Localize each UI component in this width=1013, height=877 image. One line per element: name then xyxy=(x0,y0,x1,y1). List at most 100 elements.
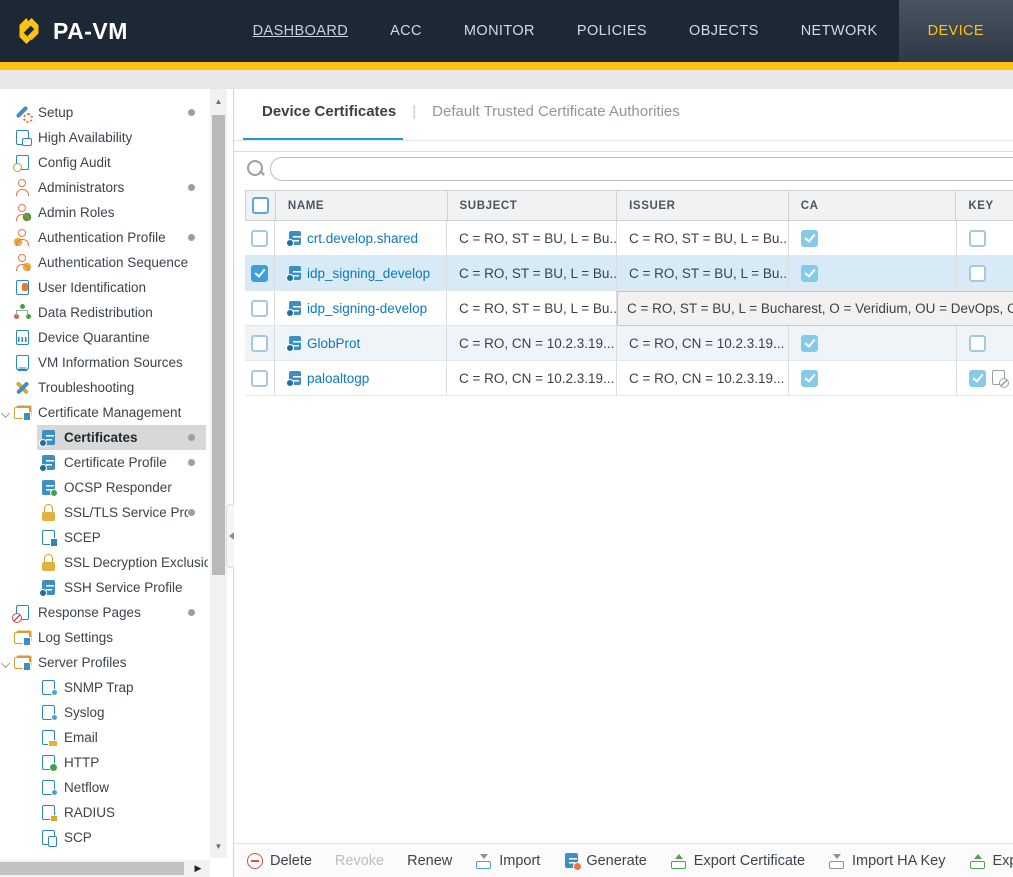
renew-button[interactable]: Renew xyxy=(407,853,452,869)
netflow-icon xyxy=(40,779,57,796)
nav-item-device[interactable]: DEVICE xyxy=(899,0,1013,62)
sidebar-item-response-pages[interactable]: Response Pages xyxy=(0,600,208,625)
sidebar-item-troubleshooting[interactable]: Troubleshooting xyxy=(0,375,208,400)
sidebar-item-authentication-profile[interactable]: Authentication Profile xyxy=(0,225,208,250)
delete-button[interactable]: Delete xyxy=(246,852,312,870)
ca-checkbox[interactable] xyxy=(801,230,818,247)
ca-checkbox[interactable] xyxy=(801,265,818,282)
sidebar-tree: SetupHigh AvailabilityConfig AuditAdmini… xyxy=(0,100,208,850)
sidebar-item-label: Data Redistribution xyxy=(38,305,153,320)
import-button[interactable]: Import xyxy=(475,852,540,870)
table-row-paloaltogp[interactable]: paloaltogpC = RO, CN = 10.2.3.19...C = R… xyxy=(245,361,1013,396)
authentication-profile-icon xyxy=(14,229,31,246)
column-header-issuer[interactable]: ISSUER xyxy=(617,191,789,220)
sidebar-vertical-scrollbar[interactable]: ▲ ▼ xyxy=(210,89,227,858)
name-cell: crt.develop.shared xyxy=(275,221,447,255)
sidebar-item-log-settings[interactable]: Log Settings xyxy=(0,625,208,650)
ca-checkbox[interactable] xyxy=(801,370,818,387)
chevron-down-icon[interactable] xyxy=(1,409,10,418)
sidebar-horizontal-scrollbar[interactable]: ▶ xyxy=(0,860,210,877)
key-checkbox[interactable] xyxy=(969,265,986,282)
sidebar-item-ssh-service-profile[interactable]: SSH Service Profile xyxy=(0,575,208,600)
name-cell: idp_signing-develop xyxy=(275,291,447,325)
certificate-name-link[interactable]: idp_signing_develop xyxy=(307,266,430,281)
certificate-name-link[interactable]: GlobProt xyxy=(307,336,360,351)
import-ha-key-button[interactable]: Import HA Key xyxy=(828,852,945,870)
table-row-crt-develop-shared[interactable]: crt.develop.shared C = RO, ST = BU, L = B… xyxy=(245,221,1013,256)
nav-item-acc[interactable]: ACC xyxy=(369,0,443,62)
sidebar-item-syslog[interactable]: Syslog xyxy=(0,700,208,725)
row-checkbox[interactable] xyxy=(251,230,268,247)
scroll-up-arrow[interactable]: ▲ xyxy=(210,95,227,109)
sidebar-item-netflow[interactable]: Netflow xyxy=(0,775,208,800)
certificate-name-link[interactable]: paloaltogp xyxy=(307,371,369,386)
nav-item-network[interactable]: NETWORK xyxy=(780,0,899,62)
column-header-ca[interactable]: CA xyxy=(789,191,957,220)
scroll-down-arrow[interactable]: ▼ xyxy=(210,840,227,854)
row-checkbox[interactable] xyxy=(251,300,268,317)
certificate-name-link[interactable]: crt.develop.shared xyxy=(307,231,418,246)
sidebar-item-certificates[interactable]: Certificates xyxy=(0,425,208,450)
sidebar-item-label: User Identification xyxy=(38,280,146,295)
sidebar-item-ssl-tls-service-profile[interactable]: SSL/TLS Service Profile xyxy=(0,500,208,525)
export-certificate-button[interactable]: Export Certificate xyxy=(670,852,805,870)
row-checkbox[interactable] xyxy=(251,335,268,352)
sidebar-item-certificate-profile[interactable]: Certificate Profile xyxy=(0,450,208,475)
nav-item-policies[interactable]: POLICIES xyxy=(556,0,668,62)
key-checkbox[interactable] xyxy=(969,370,986,387)
sidebar-item-label: Authentication Sequence xyxy=(38,255,188,270)
chevron-down-icon[interactable] xyxy=(1,659,10,668)
key-checkbox[interactable] xyxy=(969,335,986,352)
sidebar-item-server-profiles[interactable]: Server Profiles xyxy=(0,650,208,675)
sidebar-item-label: SSH Service Profile xyxy=(64,580,183,595)
sidebar-item-ssl-decryption-exclusio[interactable]: SSL Decryption Exclusio xyxy=(0,550,208,575)
table-row-idp-signing-develop[interactable]: idp_signing_developC = RO, ST = BU, L = … xyxy=(245,256,1013,291)
search-input[interactable] xyxy=(270,157,1013,181)
sidebar-item-user-identification[interactable]: User Identification xyxy=(0,275,208,300)
sidebar-item-email[interactable]: Email xyxy=(0,725,208,750)
horizontal-scrollbar-thumb[interactable] xyxy=(0,862,184,875)
sidebar-item-snmp-trap[interactable]: SNMP Trap xyxy=(0,675,208,700)
sidebar-item-data-redistribution[interactable]: Data Redistribution xyxy=(0,300,208,325)
search-icon xyxy=(246,159,266,179)
sidebar-item-http[interactable]: HTTP xyxy=(0,750,208,775)
nav-item-objects[interactable]: OBJECTS xyxy=(668,0,780,62)
sidebar-item-scep[interactable]: SCEP xyxy=(0,525,208,550)
sidebar-item-admin-roles[interactable]: Admin Roles xyxy=(0,200,208,225)
column-header-subject[interactable]: SUBJECT xyxy=(448,191,618,220)
sidebar-item-authentication-sequence[interactable]: Authentication Sequence xyxy=(0,250,208,275)
sidebar-item-ocsp-responder[interactable]: OCSP Responder xyxy=(0,475,208,500)
sidebar-item-setup[interactable]: Setup xyxy=(0,100,208,125)
scroll-right-arrow[interactable]: ▶ xyxy=(190,860,206,877)
certificate-name-link[interactable]: idp_signing-develop xyxy=(307,301,427,316)
subject-cell: C = RO, ST = BU, L = Bu... xyxy=(447,221,617,255)
sidebar-item-administrators[interactable]: Administrators xyxy=(0,175,208,200)
generate-button[interactable]: Generate xyxy=(563,852,646,869)
ca-cell xyxy=(789,361,957,395)
nav-item-monitor[interactable]: MONITOR xyxy=(443,0,556,62)
troubleshooting-icon xyxy=(14,379,31,396)
ca-checkbox[interactable] xyxy=(801,335,818,352)
sidebar-item-scp[interactable]: SCP xyxy=(0,825,208,850)
vertical-scrollbar-thumb[interactable] xyxy=(212,115,225,575)
column-header-key[interactable]: KEY xyxy=(956,191,1013,220)
revoke-button: Revoke xyxy=(335,853,384,869)
key-checkbox[interactable] xyxy=(969,230,986,247)
sidebar-item-vm-information-sources[interactable]: VM Information Sources xyxy=(0,350,208,375)
row-checkbox[interactable] xyxy=(251,370,268,387)
tab-default-trusted-certificate-authorities[interactable]: Default Trusted Certificate Authorities xyxy=(432,103,680,120)
tab-device-certificates[interactable]: Device Certificates xyxy=(262,103,396,120)
sidebar-item-label: SSL/TLS Service Profile xyxy=(64,505,188,520)
sidebar-item-high-availability[interactable]: High Availability xyxy=(0,125,208,150)
sidebar-item-config-audit[interactable]: Config Audit xyxy=(0,150,208,175)
sidebar-item-radius[interactable]: RADIUS xyxy=(0,800,208,825)
sidebar-item-device-quarantine[interactable]: Device Quarantine xyxy=(0,325,208,350)
export-button[interactable]: Export xyxy=(969,852,1013,870)
row-checkbox[interactable] xyxy=(251,265,268,282)
table-row-globprot[interactable]: GlobProtC = RO, CN = 10.2.3.19...C = RO,… xyxy=(245,326,1013,361)
column-header-name[interactable]: NAME xyxy=(276,191,448,220)
nav-item-dashboard[interactable]: DASHBOARD xyxy=(232,0,369,62)
sidebar-item-certificate-management[interactable]: Certificate Management xyxy=(0,400,208,425)
select-all-checkbox[interactable] xyxy=(252,197,269,214)
key-cell xyxy=(957,326,1013,360)
